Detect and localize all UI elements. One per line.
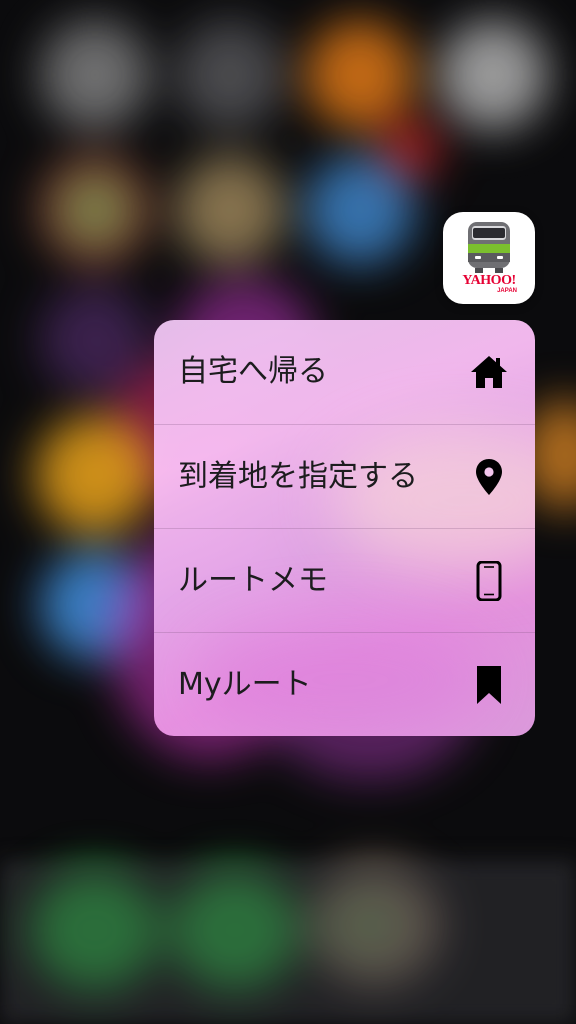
home-screen: YAHOO! JAPAN 自宅へ帰る 到着地を指定する ルートメモ Myルート — [0, 0, 576, 1024]
quick-action-go-home[interactable]: 自宅へ帰る — [154, 320, 535, 424]
quick-action-label: Myルート — [178, 667, 312, 702]
home-icon — [469, 352, 509, 392]
yahoo-transit-app-icon[interactable]: YAHOO! JAPAN — [443, 212, 535, 304]
quick-action-menu: 自宅へ帰る 到着地を指定する ルートメモ Myルート — [154, 320, 535, 736]
quick-action-label: 到着地を指定する — [178, 459, 418, 494]
location-pin-icon — [469, 457, 509, 497]
brand-logo-text: YAHOO! — [462, 273, 516, 288]
brand-logo-subtext: JAPAN — [497, 288, 517, 294]
quick-action-label: ルートメモ — [178, 563, 328, 598]
quick-action-route-memo[interactable]: ルートメモ — [154, 528, 535, 632]
quick-action-label: 自宅へ帰る — [178, 354, 328, 389]
smartphone-icon — [469, 561, 509, 601]
bookmark-icon — [469, 665, 509, 705]
quick-action-set-destination[interactable]: 到着地を指定する — [154, 424, 535, 528]
train-icon — [468, 222, 510, 273]
quick-action-my-route[interactable]: Myルート — [154, 632, 535, 736]
